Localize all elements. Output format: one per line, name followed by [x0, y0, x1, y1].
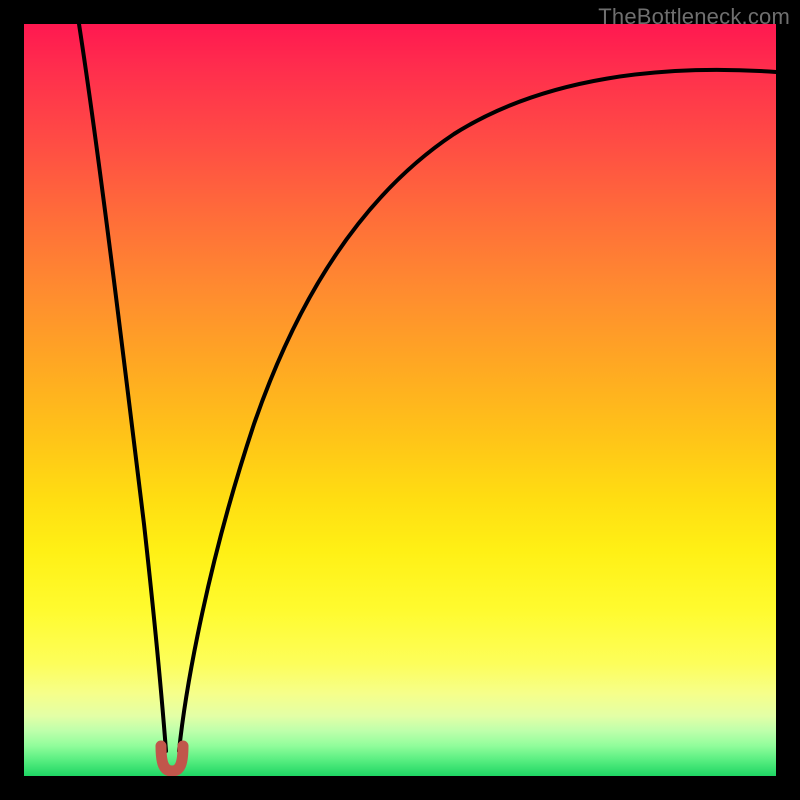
curve-right-branch: [179, 70, 776, 751]
plot-area: [24, 24, 776, 776]
chart-frame: TheBottleneck.com: [0, 0, 800, 800]
watermark-text: TheBottleneck.com: [598, 4, 790, 30]
curve-layer: [24, 24, 776, 776]
curve-left-branch: [79, 24, 166, 751]
minimum-marker: [161, 746, 183, 771]
